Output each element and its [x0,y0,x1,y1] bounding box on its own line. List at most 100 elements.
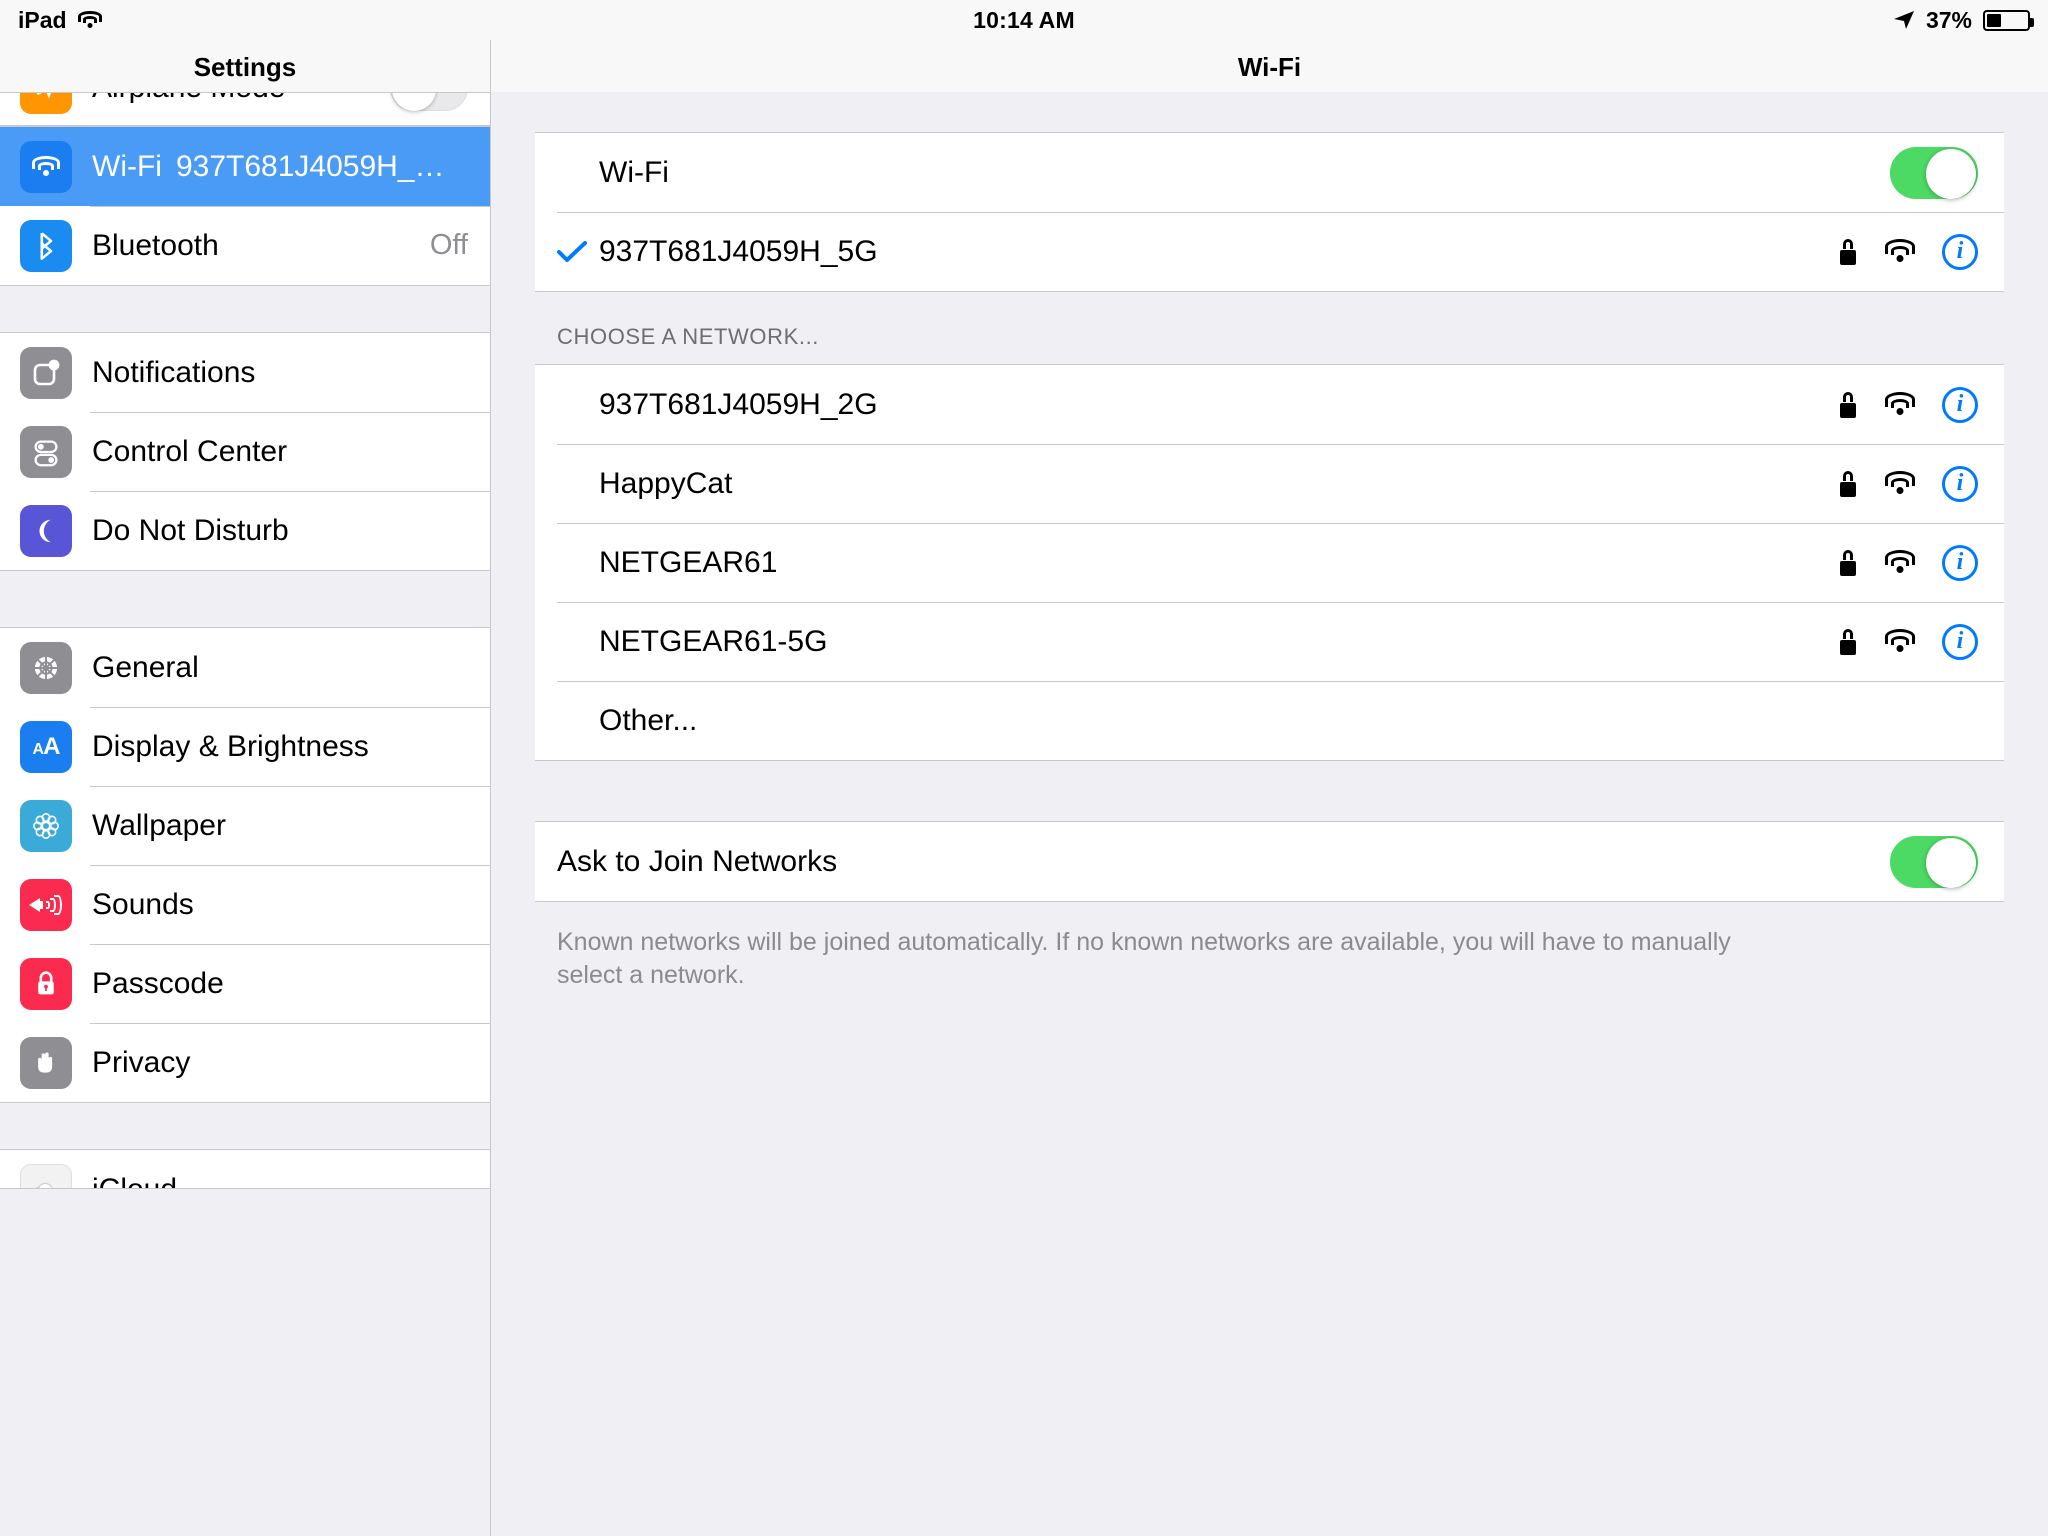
sidebar-item-wallpaper[interactable]: Wallpaper [0,786,490,865]
sidebar-item-airplane-mode[interactable]: Airplane Mode [0,93,490,125]
sidebar-group-notifications: Notifications Control Center Do Not Dist… [0,332,490,571]
control-center-icon [20,425,72,478]
sidebar-item-general[interactable]: General [0,628,490,707]
airplane-mode-toggle[interactable] [390,93,468,111]
checkmark-icon [557,240,599,264]
other-network-row[interactable]: Other... [535,681,2004,760]
ask-to-join-toggle[interactable] [1890,835,1978,888]
sidebar-item-value: 937T681J4059H_… [175,149,445,183]
bluetooth-icon [20,219,72,272]
flower-icon [20,799,72,852]
sidebar-item-passcode[interactable]: Passcode [0,944,490,1023]
sidebar-item-control-center[interactable]: Control Center [0,412,490,491]
sidebar-title: Settings [0,40,490,92]
wifi-signal-icon [1884,238,1916,265]
text-size-icon: AA [20,720,72,773]
wifi-glyph [31,155,61,178]
sidebar-item-label: General [92,650,199,684]
network-ssid: NETGEAR61-5G [599,624,828,658]
info-icon[interactable]: i [1942,386,1978,423]
battery-percent: 37% [1925,6,1972,33]
sidebar-group-gap [0,286,490,332]
network-row[interactable]: HappyCat i [535,444,2004,523]
ask-to-join-card: Ask to Join Networks [535,821,2004,902]
sidebar-item-label: Bluetooth [92,228,219,262]
network-row-icons: i [1838,465,1978,502]
pane-title: Wi-Fi [491,40,2048,92]
toggle-knob [392,93,436,111]
wifi-toggle[interactable] [1890,146,1978,199]
sidebar-item-display-brightness[interactable]: AA Display & Brightness [0,707,490,786]
aa-glyph: AA [32,732,61,760]
sidebar-item-label: Airplane Mode [92,93,285,105]
sidebar-item-label: Passcode [92,966,224,1000]
status-bar-right: 37% [1893,0,2034,40]
wifi-signal-icon [1884,391,1916,418]
sidebar-group-gap-3 [0,1103,490,1149]
lock-icon [1838,238,1858,265]
status-bar-clock: 10:14 AM [973,6,1075,33]
sidebar-item-notifications[interactable]: Notifications [0,333,490,412]
network-ssid: NETGEAR61 [599,545,778,579]
pane-spacer [535,761,2004,821]
info-icon[interactable]: i [1942,544,1978,581]
sidebar-item-icloud[interactable]: iCloud [0,1150,490,1189]
sidebar-item-label: Notifications [92,355,256,389]
choose-network-header: CHOOSE A NETWORK... [557,324,819,349]
cloud-icon [20,1163,72,1188]
wifi-toggle-label: Wi-Fi [599,155,669,189]
location-arrow-icon [1893,9,1915,31]
speaker-icon [20,878,72,931]
sidebar-group-gap-2 [0,571,490,627]
sidebar-item-sounds[interactable]: Sounds [0,865,490,944]
lock-icon [20,957,72,1010]
sidebar-item-bluetooth[interactable]: Bluetooth Off [0,206,490,285]
sidebar-item-label: Sounds [92,887,194,921]
status-bar: iPad 10:14 AM 37% [0,0,2048,40]
sidebar-item-label: iCloud [92,1172,178,1189]
network-row-icons: i [1838,544,1978,581]
sidebar-item-label: Control Center [92,434,288,468]
network-row-icons: i [1838,386,1978,423]
sidebar-scroll-area[interactable]: Airplane Mode Wi-Fi 937T681J4059H_… [0,92,490,1536]
ask-to-join-footnote: Known networks will be joined automatica… [557,928,1731,989]
network-ssid: HappyCat [599,466,733,500]
pane-body: Wi-Fi 937T681J4059H_5G i CHOOSE A NETWOR… [491,92,2048,1536]
wifi-signal-icon [1884,549,1916,576]
info-icon[interactable]: i [1942,233,1978,270]
gear-icon [20,641,72,694]
sidebar-group-system: General AA Display & Brightness Wallpape… [0,627,490,1103]
battery-icon [1983,9,2034,31]
wifi-detail-pane: Wi-Fi Wi-Fi 937T681J4059H_5G i CHOOSE A … [491,40,2048,1536]
connected-network-row[interactable]: 937T681J4059H_5G i [535,212,2004,291]
content-split: Settings Airplane Mode [0,40,2048,1536]
sidebar-item-privacy[interactable]: Privacy [0,1023,490,1102]
network-row[interactable]: NETGEAR61 i [535,523,2004,602]
network-ssid: 937T681J4059H_5G [599,234,878,268]
wifi-signal-icon [1884,470,1916,497]
wifi-signal-icon [1884,628,1916,655]
ask-to-join-row: Ask to Join Networks [535,822,2004,901]
info-icon[interactable]: i [1942,623,1978,660]
speaker-glyph [29,892,63,918]
sidebar-item-wifi[interactable]: Wi-Fi 937T681J4059H_… [0,127,490,206]
wifi-toggle-row: Wi-Fi [535,133,2004,212]
network-row-icons: i [1838,623,1978,660]
sidebar-item-do-not-disturb[interactable]: Do Not Disturb [0,491,490,570]
sidebar-item-label: Do Not Disturb [92,513,289,547]
sidebar-item-label: Display & Brightness [92,729,369,763]
info-icon[interactable]: i [1942,465,1978,502]
settings-sidebar: Settings Airplane Mode [0,40,491,1536]
network-row[interactable]: NETGEAR61-5G i [535,602,2004,681]
wifi-card: Wi-Fi 937T681J4059H_5G i [535,132,2004,292]
moon-icon [20,504,72,557]
lock-icon [1838,549,1858,576]
sidebar-group-connectivity: Wi-Fi 937T681J4059H_… Bluetooth Off [0,126,490,286]
ipad-settings-screen: iPad 10:14 AM 37% Settings Wi-Fi 937T681… [0,0,2048,1536]
network-row[interactable]: 937T681J4059H_2G i [535,365,2004,444]
sidebar-item-wifi-labels: Wi-Fi 937T681J4059H_… [92,150,445,184]
network-ssid: 937T681J4059H_2G [599,387,878,421]
wifi-icon [20,140,72,193]
sidebar-item-label: Wallpaper [92,808,226,842]
sidebar-group-accounts: iCloud [0,1149,490,1189]
